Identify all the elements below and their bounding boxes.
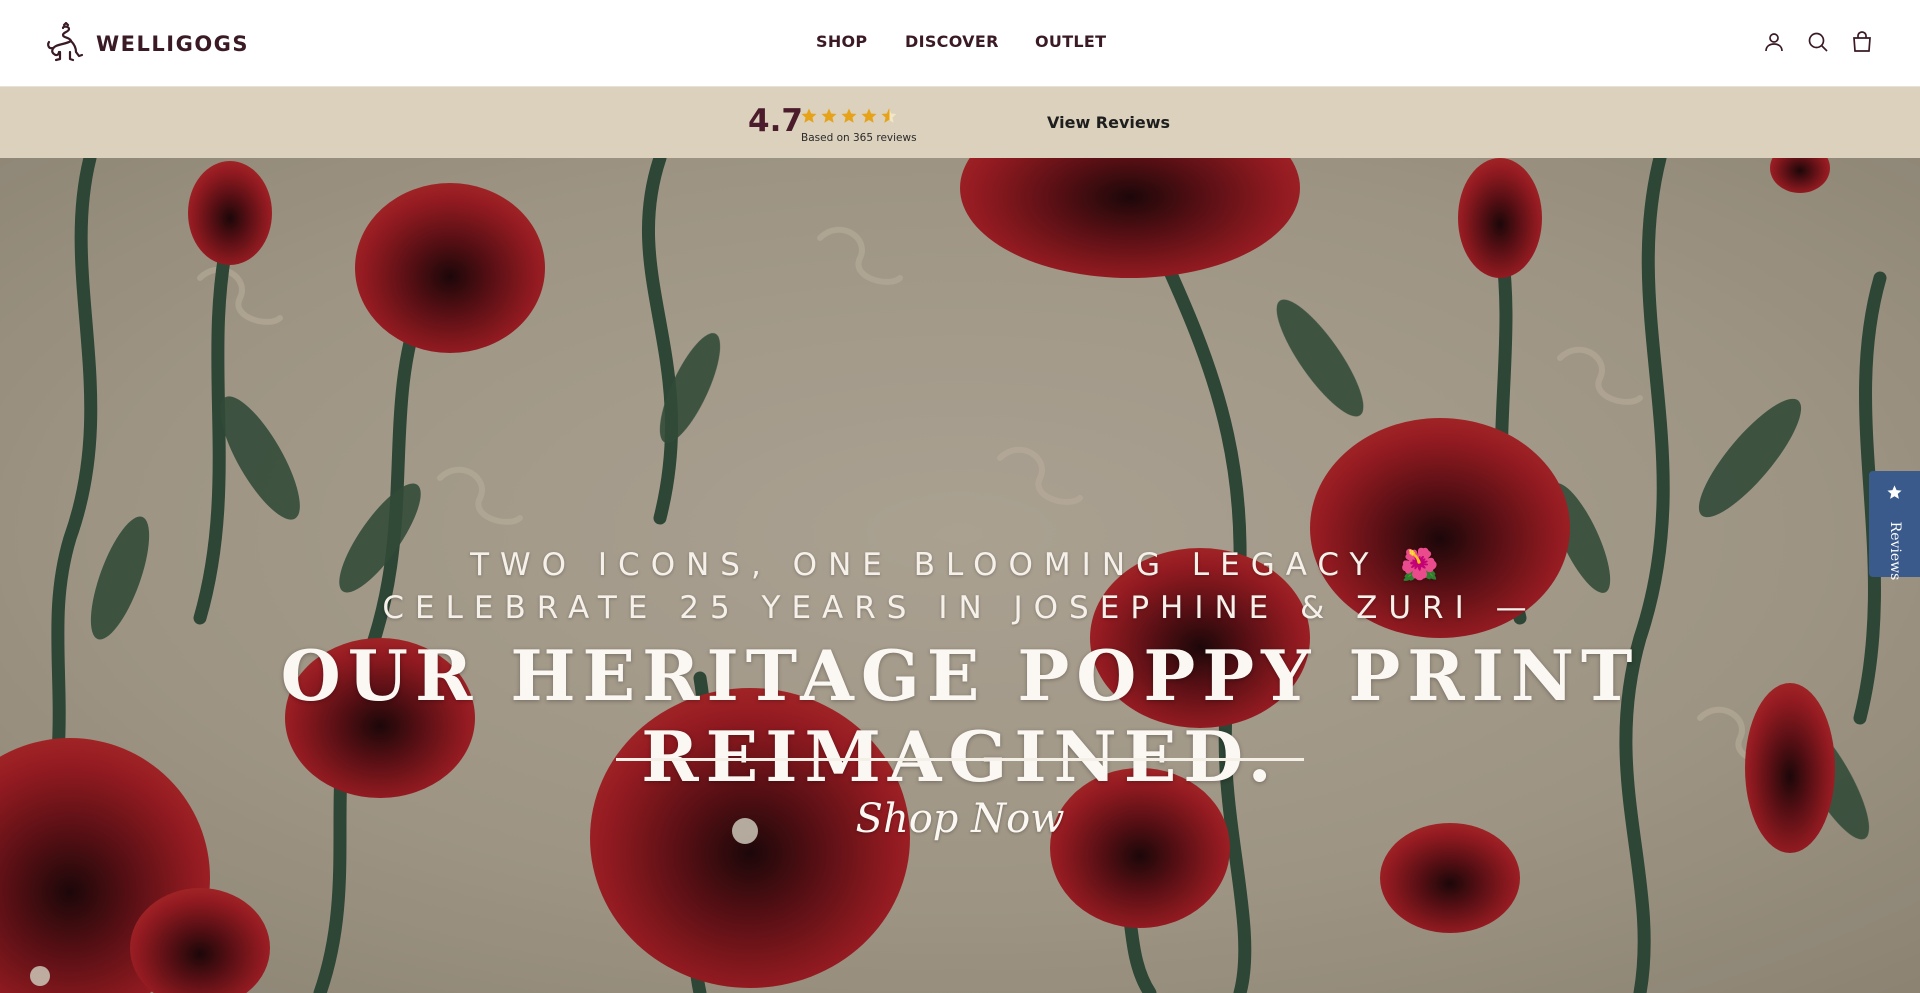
nav-item-outlet[interactable]: OUTLET	[1035, 32, 1106, 51]
reviews-side-tab-label: Reviews	[1887, 521, 1903, 581]
hero-eyebrow-line-1: TWO ICONS, ONE BLOOMING LEGACY 🌺	[470, 547, 1450, 583]
hero-eyebrow-line-2: CELEBRATE 25 YEARS IN JOSEPHINE & ZURI —	[382, 590, 1538, 626]
reviews-side-tab[interactable]: Reviews	[1869, 471, 1920, 580]
star-icon	[1887, 485, 1902, 499]
nav-item-discover[interactable]: DISCOVER	[905, 32, 999, 51]
shop-now-button[interactable]: Shop Now	[0, 796, 1920, 842]
half-star-icon	[881, 108, 897, 123]
star-icon	[821, 108, 837, 123]
reviews-summary-bar: 4.7 Based on 365 reviews View Reviews	[0, 87, 1920, 158]
view-reviews-link[interactable]: View Reviews	[1047, 113, 1170, 132]
hero-divider	[616, 758, 1304, 761]
cart-bag-icon[interactable]	[1850, 30, 1874, 54]
review-count: Based on 365 reviews	[801, 132, 917, 144]
search-icon[interactable]	[1806, 30, 1830, 54]
header-actions	[1762, 30, 1874, 54]
brand-name: WELLIGOGS	[96, 32, 250, 56]
average-rating: 4.7	[748, 103, 803, 139]
site-header: WELLIGOGS SHOP DISCOVER OUTLET	[0, 0, 1920, 87]
account-icon[interactable]	[1762, 30, 1786, 54]
hero-banner: TWO ICONS, ONE BLOOMING LEGACY 🌺 CELEBRA…	[0, 158, 1920, 993]
star-icon	[841, 108, 857, 123]
main-nav: SHOP DISCOVER OUTLET	[0, 0, 1920, 87]
hero-title: OUR HERITAGE POPPY PRINT REIMAGINED.	[280, 636, 1640, 798]
brand-logo-link[interactable]: WELLIGOGS	[46, 21, 250, 67]
star-icon	[861, 108, 877, 123]
star-icon	[801, 108, 817, 123]
star-rating	[800, 107, 898, 125]
nav-item-shop[interactable]: SHOP	[816, 32, 867, 51]
lion-logo-icon	[46, 21, 84, 67]
